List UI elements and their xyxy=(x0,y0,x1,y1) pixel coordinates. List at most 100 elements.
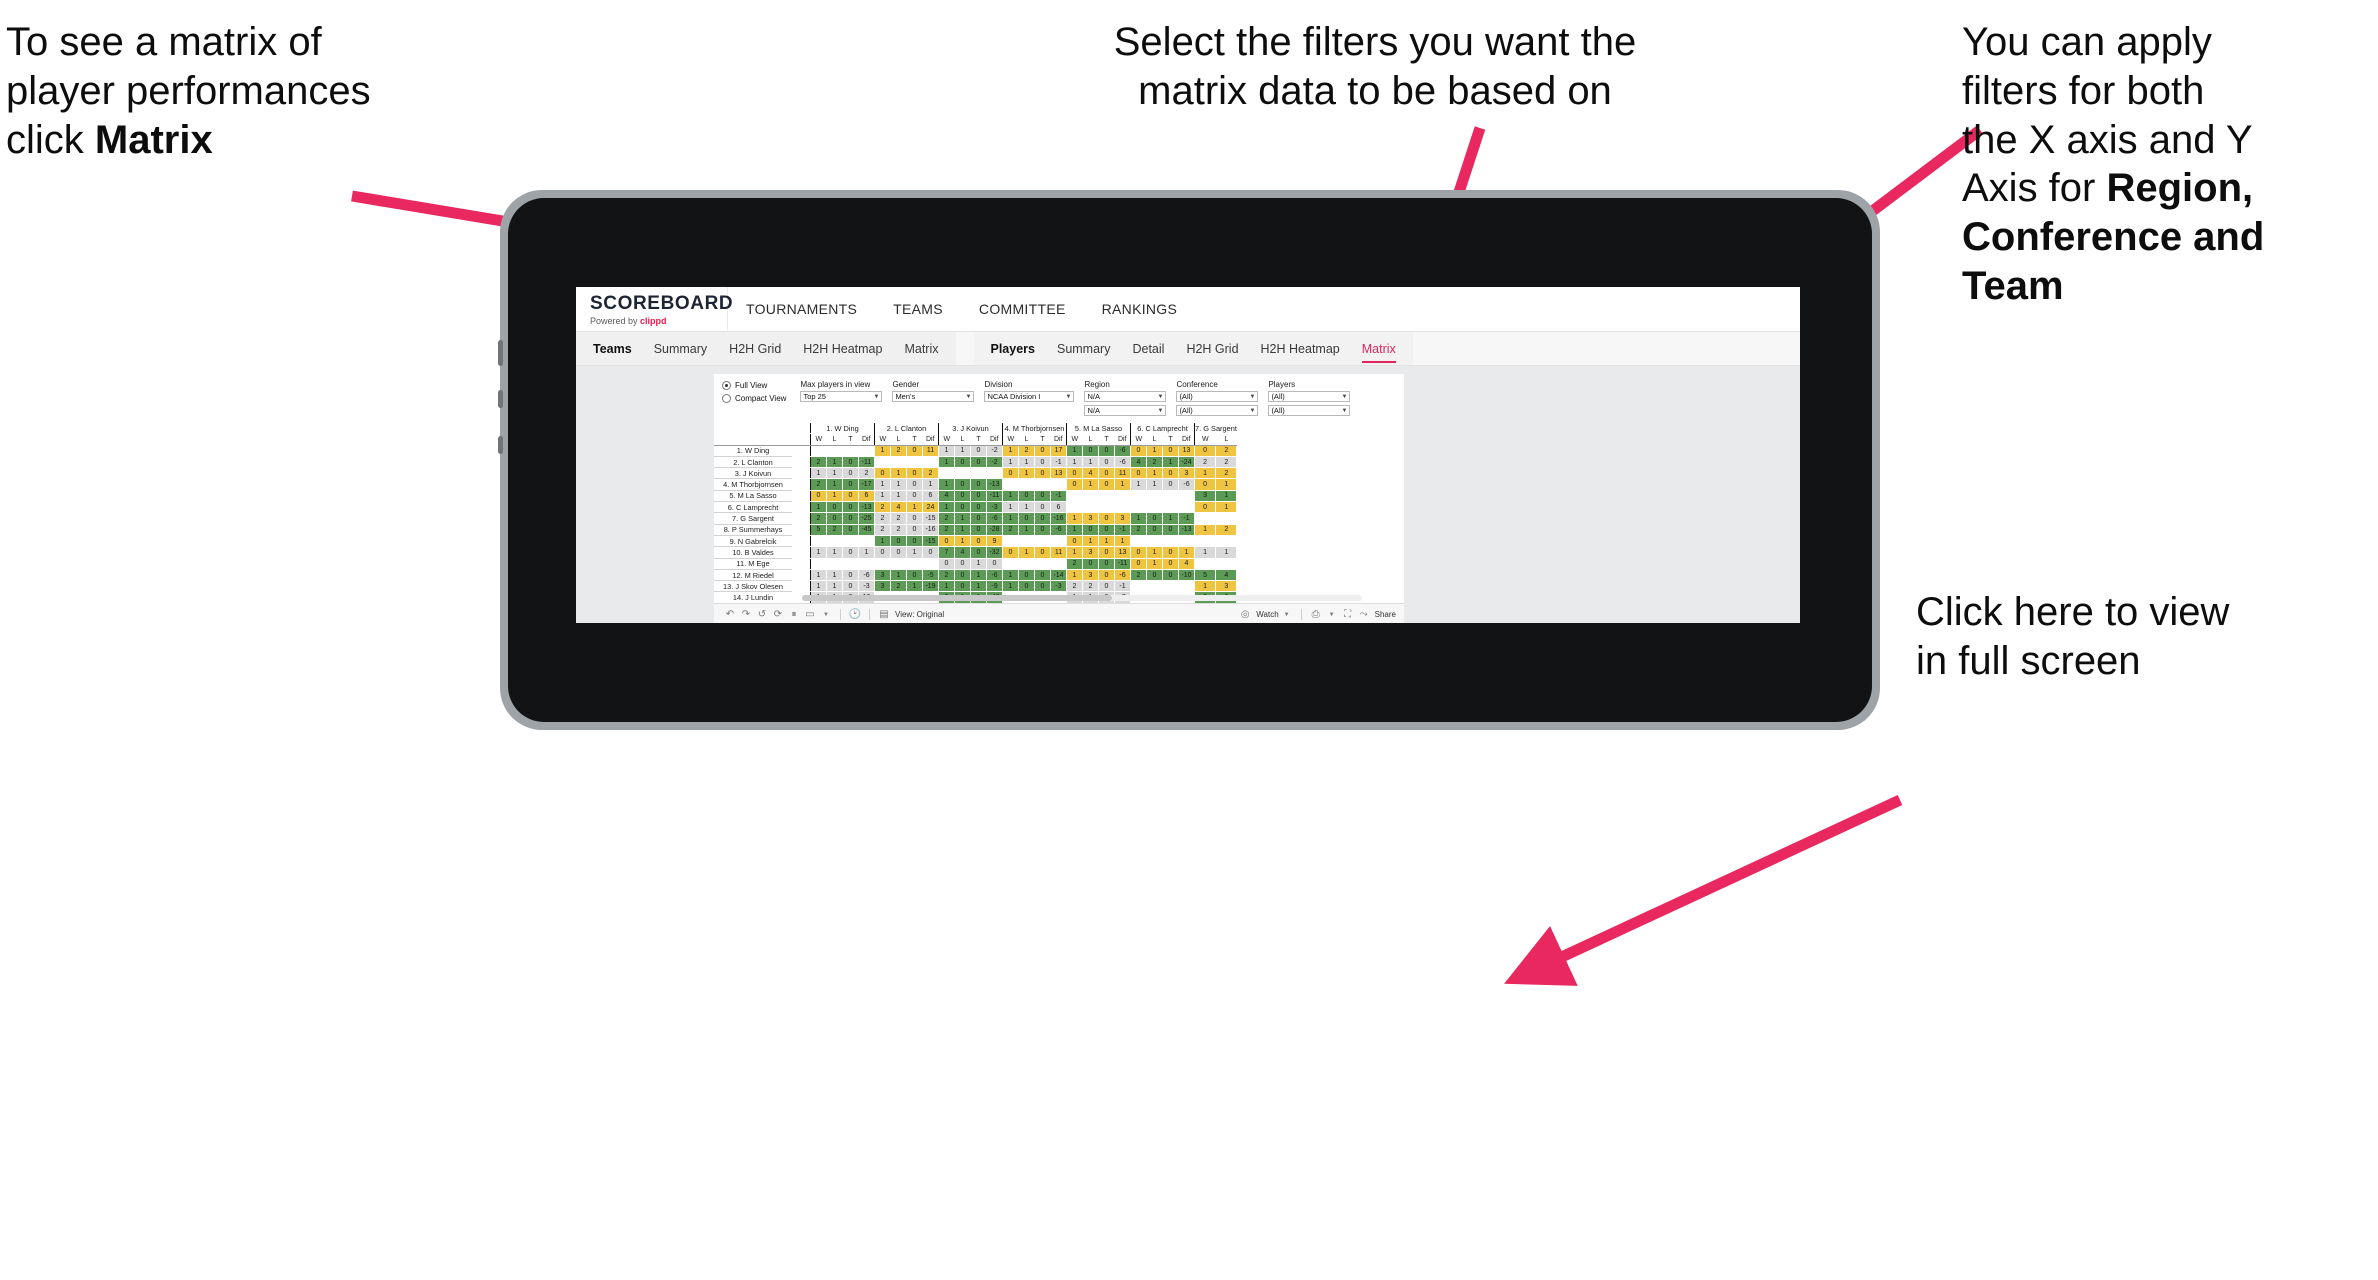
matrix-cell[interactable]: 1 xyxy=(810,568,827,582)
matrix-cell[interactable]: 2 xyxy=(826,523,843,536)
matrix-cell[interactable]: 0 xyxy=(970,478,987,491)
matrix-cell[interactable] xyxy=(874,557,891,570)
matrix-cell[interactable]: 1 xyxy=(1066,546,1083,559)
matrix-cell[interactable]: 2 xyxy=(858,467,875,480)
filter-region-x-select[interactable]: N/A ▼ xyxy=(1084,391,1167,402)
matrix-cell[interactable] xyxy=(1215,534,1238,548)
redo-icon[interactable]: ↷ xyxy=(738,608,754,622)
matrix-cell[interactable]: 0 xyxy=(970,534,987,548)
matrix-cell[interactable]: 4 xyxy=(1130,455,1147,469)
matrix-cell[interactable]: -3 xyxy=(1050,580,1067,593)
matrix-cell[interactable] xyxy=(826,444,843,457)
matrix-cell[interactable]: 1 xyxy=(1018,501,1035,514)
matrix-cell[interactable]: -28 xyxy=(986,523,1003,536)
matrix-cell[interactable]: 1 xyxy=(1193,467,1217,480)
matrix-cell[interactable]: 0 xyxy=(1034,467,1051,480)
matrix-cell[interactable] xyxy=(1002,557,1019,570)
matrix-cell[interactable]: -6 xyxy=(986,568,1003,582)
matrix-row[interactable]: 11. M Ege 0 0 1 0 2 0 0 -11 0 1 0 4 xyxy=(714,557,1238,570)
matrix-cell[interactable]: 1 xyxy=(938,455,955,469)
matrix-cell[interactable]: 1 xyxy=(970,557,987,570)
matrix-cell[interactable] xyxy=(1034,478,1051,491)
matrix-cell[interactable]: 2 xyxy=(874,501,891,514)
matrix-cell[interactable]: 2 xyxy=(1130,523,1147,536)
matrix-cell[interactable]: 0 xyxy=(954,568,971,582)
matrix-cell[interactable] xyxy=(1002,478,1019,491)
matrix-cell[interactable]: -16 xyxy=(1050,512,1067,525)
tab-teams-matrix[interactable]: Matrix xyxy=(893,332,949,365)
history-icon[interactable]: 🕑 xyxy=(847,608,863,622)
matrix-cell[interactable]: 0 xyxy=(954,557,971,570)
matrix-cell[interactable]: 0 xyxy=(1162,546,1179,559)
matrix-cell[interactable]: 11 xyxy=(1114,467,1131,480)
matrix-cell[interactable]: 2 xyxy=(890,512,907,525)
matrix-row[interactable]: 5. M La Sasso 0 1 0 6 1 1 0 6 4 0 0 -11 1 0 0 -1 3 1 xyxy=(714,489,1238,503)
matrix-cell[interactable]: 0 xyxy=(1002,467,1019,480)
matrix-cell[interactable]: -15 xyxy=(922,512,939,525)
matrix-cell[interactable]: 0 xyxy=(906,444,923,457)
matrix-cell[interactable]: 1 xyxy=(938,478,955,491)
matrix-cell[interactable] xyxy=(922,557,939,570)
filter-players-x-select[interactable]: (All) ▼ xyxy=(1268,391,1351,402)
matrix-cell[interactable] xyxy=(1193,534,1217,548)
matrix-cell[interactable]: -13 xyxy=(986,478,1003,491)
matrix-cell[interactable]: 3 xyxy=(874,580,891,593)
matrix-cell[interactable]: 0 xyxy=(1098,557,1115,570)
matrix-cell[interactable]: 0 xyxy=(970,546,987,559)
fullscreen-icon[interactable]: ⛶ xyxy=(1340,608,1356,622)
matrix-cell[interactable]: 2 xyxy=(938,568,955,582)
matrix-cell[interactable]: 0 xyxy=(954,478,971,491)
matrix-cell[interactable]: 1 xyxy=(954,523,971,536)
matrix-cell[interactable] xyxy=(826,534,843,548)
view-original-icon[interactable]: ▤ xyxy=(876,608,892,622)
matrix-cell[interactable] xyxy=(874,455,891,469)
matrix-cell[interactable]: 1 xyxy=(874,478,891,491)
matrix-row[interactable]: 1. W Ding 1 2 0 11 1 1 0 -2 1 2 0 17 1 0 0 -6 0 1 0 13 0 2 xyxy=(714,444,1238,457)
matrix-cell[interactable]: 2 xyxy=(890,580,907,593)
matrix-cell[interactable]: 0 xyxy=(1162,478,1179,491)
matrix-cell[interactable]: 2 xyxy=(1066,580,1083,593)
matrix-cell[interactable]: -11 xyxy=(1114,557,1131,570)
chevron-down-icon[interactable]: ▼ xyxy=(1279,608,1295,622)
chevron-down-icon[interactable]: ▼ xyxy=(1324,608,1340,622)
matrix-cell[interactable]: 1 xyxy=(1130,512,1147,525)
matrix-cell[interactable]: 0 xyxy=(826,512,843,525)
matrix-cell[interactable]: -32 xyxy=(986,546,1003,559)
matrix-cell[interactable]: 0 xyxy=(1098,546,1115,559)
matrix-cell[interactable] xyxy=(1050,478,1067,491)
matrix-cell[interactable]: 0 xyxy=(1034,444,1051,457)
matrix-cell[interactable]: 0 xyxy=(842,568,859,582)
matrix-cell[interactable] xyxy=(1178,534,1195,548)
matrix-cell[interactable]: -11 xyxy=(986,489,1003,503)
matrix-cell[interactable]: 1 xyxy=(1162,455,1179,469)
matrix-row[interactable]: 6. C Lamprecht 1 0 0 -13 2 4 1 24 1 0 0 -3 1 1 0 6 0 1 xyxy=(714,501,1238,514)
matrix-cell[interactable]: 3 xyxy=(874,568,891,582)
matrix-cell[interactable] xyxy=(810,534,827,548)
matrix-cell[interactable]: 1 xyxy=(1066,523,1083,536)
device-layout-icon[interactable]: ▭ xyxy=(802,608,818,622)
matrix-cell[interactable]: 0 xyxy=(1018,568,1035,582)
matrix-cell[interactable]: 1 xyxy=(1193,523,1217,536)
matrix-cell[interactable] xyxy=(1034,557,1051,570)
matrix-cell[interactable]: 0 xyxy=(1162,568,1179,582)
matrix-cell[interactable]: 1 xyxy=(1130,478,1147,491)
matrix-cell[interactable] xyxy=(1178,501,1195,514)
matrix-cell[interactable] xyxy=(1066,489,1083,503)
matrix-cell[interactable]: 0 xyxy=(1034,512,1051,525)
matrix-cell[interactable]: 1 xyxy=(938,444,955,457)
matrix-cell[interactable]: 0 xyxy=(922,546,939,559)
matrix-cell[interactable]: 2 xyxy=(1018,444,1035,457)
matrix-cell[interactable]: 3 xyxy=(1082,512,1099,525)
nav-item-teams[interactable]: TEAMS xyxy=(875,287,961,331)
matrix-cell[interactable]: 1 xyxy=(906,580,923,593)
matrix-cell[interactable]: 0 xyxy=(1082,557,1099,570)
matrix-cell[interactable] xyxy=(1162,489,1179,503)
nav-item-tournaments[interactable]: TOURNAMENTS xyxy=(728,287,875,331)
matrix-cell[interactable]: 2 xyxy=(810,478,827,491)
matrix-cell[interactable]: 0 xyxy=(842,580,859,593)
matrix-cell[interactable]: 17 xyxy=(1050,444,1067,457)
matrix-cell[interactable]: 1 xyxy=(1215,489,1238,503)
matrix-cell[interactable]: -3 xyxy=(858,580,875,593)
matrix-cell[interactable]: 1 xyxy=(954,534,971,548)
tab-players-summary[interactable]: Summary xyxy=(1046,332,1121,365)
